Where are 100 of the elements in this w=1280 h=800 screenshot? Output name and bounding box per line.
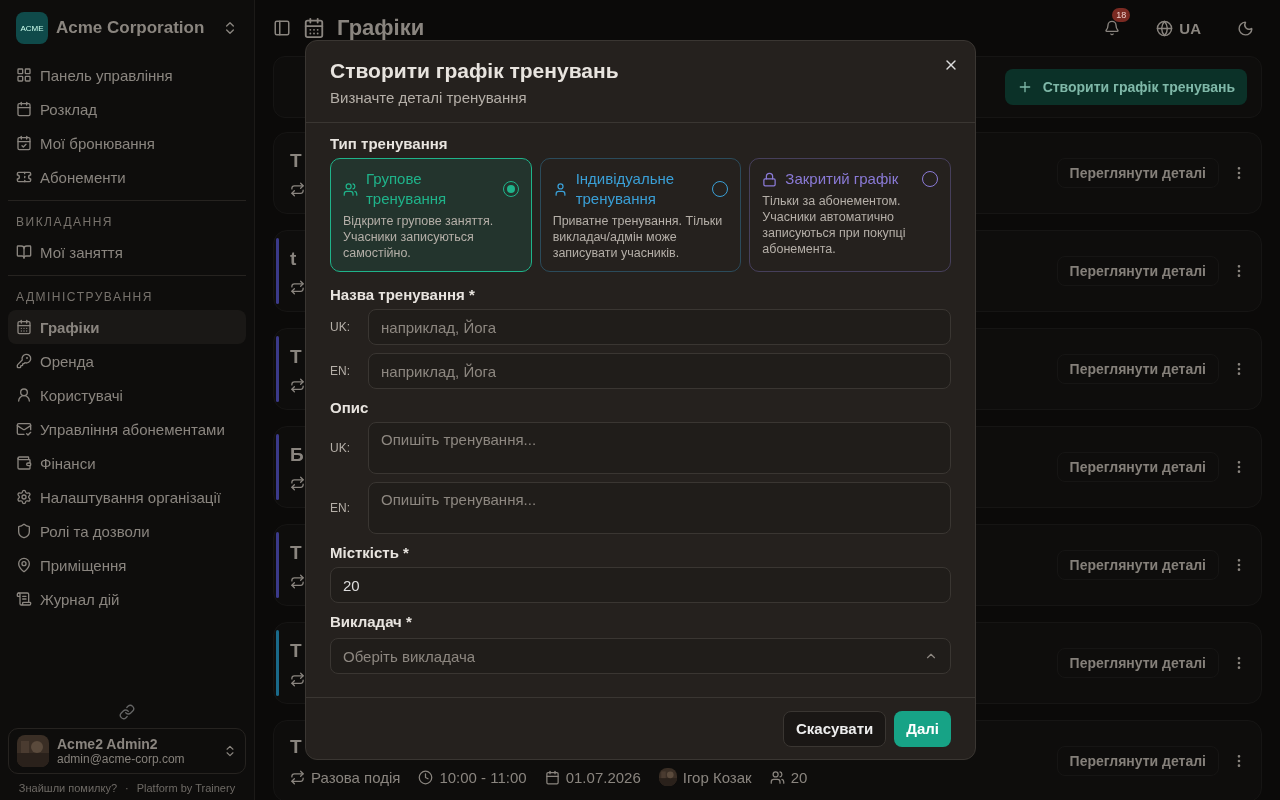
card-title: Т: [290, 149, 302, 172]
card-title: Б: [290, 443, 304, 466]
grid-icon: [16, 67, 32, 83]
section-title: ВИКЛАДАННЯ: [8, 200, 246, 235]
repeat-icon: [290, 181, 305, 197]
repeat-icon: [290, 573, 305, 589]
details-button[interactable]: Переглянути деталі: [1056, 746, 1219, 776]
bell-icon: [1104, 20, 1121, 36]
sidebar-item[interactable]: Графіки: [8, 310, 246, 344]
type-option[interactable]: Групове тренування Відкрите групове заняття. Учасники записуються самостійно.: [330, 158, 532, 272]
repeat-icon: [290, 377, 305, 393]
input-field[interactable]: наприклад, Йога: [368, 309, 951, 345]
footer-link[interactable]: Знайшли помилку?: [18, 782, 118, 794]
details-button[interactable]: Переглянути деталі: [1056, 452, 1219, 482]
select-field[interactable]: Оберіть викладача: [330, 638, 951, 674]
type-option[interactable]: Закритий графік Тільки за абонементом. Учасники автоматично записуються при покупці абонемента.: [749, 158, 951, 272]
sidebar-item[interactable]: Фінанси: [8, 446, 246, 480]
calendar-icon: [16, 319, 32, 335]
sidebar-toggle-icon: [273, 19, 291, 37]
sidebar-item[interactable]: Приміщення: [8, 548, 246, 582]
event-type: Разова подія: [311, 768, 401, 786]
input-field[interactable]: наприклад, Йога: [368, 353, 951, 389]
clock-icon: [418, 769, 434, 785]
sidebar-item[interactable]: Оренда: [8, 344, 246, 378]
wallet-icon: [16, 455, 32, 471]
card-title: Т: [290, 639, 302, 662]
sidebar-item[interactable]: Панель управління: [8, 58, 246, 92]
sidebar-item[interactable]: Ролі та дозволи: [8, 514, 246, 548]
scroll-icon: [16, 591, 32, 607]
sidebar-item[interactable]: Налаштування організації: [8, 480, 246, 514]
notification-count: 18: [1112, 8, 1131, 22]
details-button[interactable]: Переглянути деталі: [1056, 256, 1219, 286]
settings-icon: [16, 489, 32, 505]
type-option[interactable]: Індивідуальне тренування Приватне тренування. Тільки викладач/адмін може записувати учасників.: [539, 158, 742, 272]
capacity: 20: [790, 768, 808, 786]
sidebar-item[interactable]: Управління абонементами: [8, 412, 246, 446]
users-icon: [769, 769, 785, 785]
calendar-check-icon: [16, 135, 32, 151]
field-label: Опис: [330, 399, 370, 416]
dialog-title: Створити графік тренувань: [330, 59, 620, 83]
user-icon: [552, 181, 568, 197]
card-title: Т: [290, 345, 302, 368]
option-description: Тільки за абонементом. Учасники автоматично записуються при покупці абонемента.: [762, 193, 907, 257]
calendar-icon: [303, 17, 325, 39]
option-title: Закритий графік: [785, 169, 900, 189]
card-title: Т: [290, 736, 302, 758]
shield-icon: [16, 523, 32, 539]
next-button[interactable]: Далі: [894, 710, 951, 747]
field-label: Місткість *: [330, 544, 410, 561]
page-title: Графіки: [337, 15, 426, 41]
sidebar-item[interactable]: Мої заняття: [8, 235, 246, 269]
field-label: Назва тренування *: [330, 286, 476, 303]
key-icon: [16, 353, 32, 369]
footer-link[interactable]: Platform by Trainery: [136, 782, 236, 794]
option-title: Індивідуальне тренування: [575, 169, 676, 209]
repeat-icon: [290, 671, 305, 687]
text-area[interactable]: Опишіть тренування...: [368, 482, 951, 534]
calendar-icon: [544, 769, 560, 785]
language-label: UK:: [330, 320, 351, 334]
sidebar-item[interactable]: Мої бронювання: [8, 126, 246, 160]
language-label: EN:: [330, 364, 351, 378]
create-schedule-button[interactable]: Створити графік тренувань: [1004, 69, 1247, 105]
sidebar-item[interactable]: Користувачі: [8, 378, 246, 412]
calendar-icon: [16, 101, 32, 117]
details-button[interactable]: Переглянути деталі: [1056, 648, 1219, 678]
repeat-icon: [290, 769, 305, 785]
card-title: t: [290, 247, 297, 270]
details-button[interactable]: Переглянути деталі: [1056, 354, 1219, 384]
users-icon: [343, 181, 358, 197]
language-label: UK:: [330, 441, 351, 455]
option-title: Групове тренування: [366, 169, 448, 209]
field-label: Тип тренування: [330, 135, 449, 152]
sidebar-item[interactable]: Журнал дій: [8, 582, 246, 616]
language-switcher[interactable]: UA: [1156, 19, 1201, 37]
logo: ACME: [16, 12, 48, 44]
repeat-icon: [290, 475, 305, 491]
book-icon: [16, 244, 32, 260]
user-name: Acme2 Admin2: [57, 736, 159, 752]
footer-link[interactable]: ·: [125, 782, 129, 794]
globe-icon: [1156, 19, 1174, 37]
event-date: 01.07.2026: [565, 768, 641, 786]
cancel-button[interactable]: Скасувати: [782, 710, 887, 747]
envelope-icon: [16, 421, 32, 437]
user-email: admin@acme-corp.com: [57, 752, 186, 766]
language-label: EN:: [330, 501, 351, 515]
details-button[interactable]: Переглянути деталі: [1056, 158, 1219, 188]
details-button[interactable]: Переглянути деталі: [1056, 550, 1219, 580]
user-icon: [16, 387, 32, 403]
sidebar-item[interactable]: Розклад: [8, 92, 246, 126]
input-field[interactable]: 20: [330, 567, 951, 603]
option-description: Відкрите групове заняття. Учасники записуються самостійно.: [343, 213, 495, 261]
option-description: Приватне тренування. Тільки викладач/адмін може записувати учасників.: [552, 213, 724, 261]
sidebar-item[interactable]: Абонементи: [8, 160, 246, 194]
repeat-icon: [290, 279, 305, 295]
text-area[interactable]: Опишіть тренування...: [368, 422, 951, 474]
instructor-name: Ігор Козак: [682, 768, 752, 786]
lock-icon: [762, 171, 778, 187]
map-pin-icon: [16, 557, 32, 573]
dialog-subtitle: Визначте деталі тренування: [330, 89, 528, 106]
user-card[interactable]: Acme2 Admin2 admin@acme-corp.com: [8, 728, 246, 774]
